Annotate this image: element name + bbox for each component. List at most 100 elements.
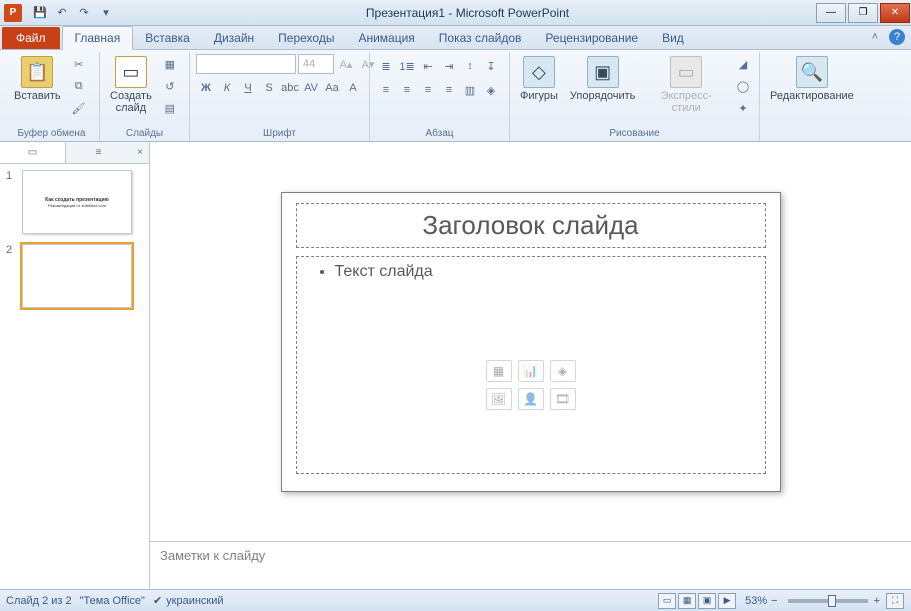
title-placeholder[interactable]: Заголовок слайда [296, 203, 766, 248]
group-font: 44 A▴ A▾ Ж К Ч S abc AV Aa A Шрифт [190, 52, 370, 141]
reset-icon[interactable]: ↺ [160, 76, 180, 96]
bullets-icon[interactable]: ≣ [376, 56, 396, 76]
editing-button[interactable]: 🔍 Редактирование [766, 54, 858, 104]
shadow-icon[interactable]: abc [280, 78, 300, 98]
insert-smartart-icon[interactable]: ◈ [550, 360, 576, 382]
thumb-tab-outline[interactable]: ≡ [66, 142, 131, 163]
insert-table-icon[interactable]: ▦ [486, 360, 512, 382]
shapes-button[interactable]: ◇ Фигуры [516, 54, 562, 104]
arrange-button[interactable]: ▣ Упорядочить [566, 54, 639, 104]
insert-picture-icon[interactable]: 🖼 [486, 388, 512, 410]
slide-area: Заголовок слайда Текст слайда ▦ 📊 ◈ 🖼 👤 … [150, 142, 911, 589]
help-icon[interactable]: ? [889, 29, 905, 45]
file-tab[interactable]: Файл [2, 27, 60, 49]
grow-font-icon[interactable]: A▴ [336, 54, 356, 74]
cut-icon[interactable]: ✂ [69, 54, 89, 74]
undo-icon[interactable]: ↶ [52, 3, 72, 23]
bold-icon[interactable]: Ж [196, 78, 216, 98]
section-icon[interactable]: ▤ [160, 98, 180, 118]
tab-view[interactable]: Вид [650, 27, 696, 49]
quick-access-toolbar: 💾 ↶ ↷ ▾ [26, 3, 120, 23]
close-button[interactable]: ✕ [880, 3, 910, 23]
shape-outline-icon[interactable]: ◯ [733, 76, 753, 96]
tab-animation[interactable]: Анимация [346, 27, 426, 49]
tab-review[interactable]: Рецензирование [533, 27, 650, 49]
indent-inc-icon[interactable]: ⇥ [439, 56, 459, 76]
smartart-convert-icon[interactable]: ◈ [481, 80, 501, 100]
canvas[interactable]: Заголовок слайда Текст слайда ▦ 📊 ◈ 🖼 👤 … [150, 142, 911, 541]
strike-icon[interactable]: S [259, 78, 279, 98]
copy-icon[interactable]: ⧉ [69, 76, 89, 96]
group-font-label: Шрифт [190, 128, 369, 139]
body-placeholder[interactable]: Текст слайда ▦ 📊 ◈ 🖼 👤 🎞 [296, 256, 766, 474]
new-slide-icon: ▭ [115, 56, 147, 88]
reading-view-icon[interactable]: ▣ [698, 593, 716, 609]
status-theme: "Тема Office" [80, 595, 145, 607]
format-painter-icon[interactable]: 🖌 [69, 98, 89, 118]
slideshow-view-icon[interactable]: ▶ [718, 593, 736, 609]
minimize-button[interactable]: — [816, 3, 846, 23]
insert-clipart-icon[interactable]: 👤 [518, 388, 544, 410]
zoom-in-icon[interactable]: + [874, 595, 880, 607]
insert-media-icon[interactable]: 🎞 [550, 388, 576, 410]
paste-button[interactable]: 📋 Вставить [10, 54, 65, 104]
font-color-icon[interactable]: A [343, 78, 363, 98]
line-spacing-icon[interactable]: ↕ [460, 56, 480, 76]
thumb-preview [22, 244, 132, 308]
insert-chart-icon[interactable]: 📊 [518, 360, 544, 382]
thumbnail-panel: ▭ ≡ × 1 Как создать презентацию Рекоменд… [0, 142, 150, 589]
underline-icon[interactable]: Ч [238, 78, 258, 98]
zoom-thumb[interactable] [828, 595, 836, 607]
fit-to-window-icon[interactable]: ⛶ [886, 593, 904, 609]
justify-icon[interactable]: ≡ [439, 80, 459, 100]
maximize-button[interactable]: ❐ [848, 3, 878, 23]
tab-insert[interactable]: Вставка [133, 27, 202, 49]
zoom-slider[interactable] [788, 599, 868, 603]
qat-dropdown-icon[interactable]: ▾ [96, 3, 116, 23]
shapes-label: Фигуры [520, 90, 558, 102]
status-bar: Слайд 2 из 2 "Тема Office" ✔ украинский … [0, 589, 911, 611]
thumb-tab-slides[interactable]: ▭ [0, 142, 66, 163]
thumb-preview: Как создать презентацию Рекомендации от … [22, 170, 132, 234]
thumbnail-item[interactable]: 1 Как создать презентацию Рекомендации о… [6, 170, 143, 234]
columns-icon[interactable]: ▥ [460, 80, 480, 100]
thumbnail-tabs: ▭ ≡ × [0, 142, 149, 164]
new-slide-button[interactable]: ▭ Создать слайд [106, 54, 156, 116]
body-text: Текст слайда [335, 263, 749, 281]
tab-transitions[interactable]: Переходы [266, 27, 346, 49]
tab-design[interactable]: Дизайн [202, 27, 266, 49]
text-direction-icon[interactable]: ↧ [481, 56, 501, 76]
font-size-combo[interactable]: 44 [298, 54, 334, 74]
normal-view-icon[interactable]: ▭ [658, 593, 676, 609]
redo-icon[interactable]: ↷ [74, 3, 94, 23]
minimize-ribbon-icon[interactable]: ˄ [867, 29, 883, 45]
group-drawing: ◇ Фигуры ▣ Упорядочить ▭ Экспресс-стили … [510, 52, 760, 141]
align-right-icon[interactable]: ≡ [418, 80, 438, 100]
numbering-icon[interactable]: 1≣ [397, 56, 417, 76]
layout-icon[interactable]: ▦ [160, 54, 180, 74]
indent-dec-icon[interactable]: ⇤ [418, 56, 438, 76]
zoom-value: 53% [745, 595, 767, 607]
window-controls: — ❐ ✕ [815, 3, 911, 23]
group-drawing-label: Рисование [510, 128, 759, 139]
align-center-icon[interactable]: ≡ [397, 80, 417, 100]
shape-effects-icon[interactable]: ✦ [733, 98, 753, 118]
tab-home[interactable]: Главная [62, 26, 134, 50]
sorter-view-icon[interactable]: ▦ [678, 593, 696, 609]
status-language[interactable]: украинский [166, 595, 223, 607]
zoom-out-icon[interactable]: − [771, 595, 777, 607]
thumbnail-item[interactable]: 2 [6, 244, 143, 308]
font-name-combo[interactable] [196, 54, 296, 74]
spacing-icon[interactable]: AV [301, 78, 321, 98]
thumb-close-icon[interactable]: × [131, 142, 149, 163]
italic-icon[interactable]: К [217, 78, 237, 98]
spellcheck-icon[interactable]: ✔ [153, 594, 162, 607]
thumbnail-list: 1 Как создать презентацию Рекомендации о… [0, 164, 149, 589]
align-left-icon[interactable]: ≡ [376, 80, 396, 100]
tab-slideshow[interactable]: Показ слайдов [427, 27, 534, 49]
shape-fill-icon[interactable]: ◢ [733, 54, 753, 74]
quick-styles-button[interactable]: ▭ Экспресс-стили [643, 54, 729, 116]
notes-pane[interactable]: Заметки к слайду [150, 541, 911, 589]
case-icon[interactable]: Aa [322, 78, 342, 98]
save-icon[interactable]: 💾 [30, 3, 50, 23]
